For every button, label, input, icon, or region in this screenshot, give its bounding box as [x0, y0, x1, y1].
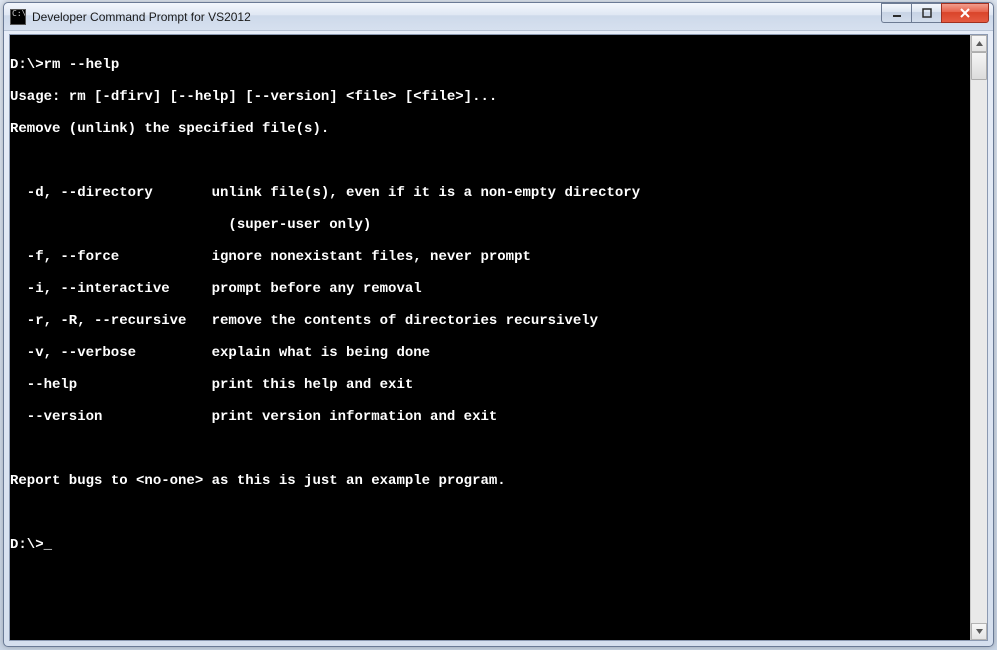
option-flag: -v, --verbose [10, 345, 212, 361]
scroll-up-button[interactable] [971, 35, 987, 52]
maximize-button[interactable] [911, 3, 941, 23]
client-area: D:\>rm --help Usage: rm [-dfirv] [--help… [9, 34, 988, 641]
description-line: Remove (unlink) the specified file(s). [10, 121, 970, 137]
option-desc: unlink file(s), even if it is a non-empt… [212, 185, 970, 201]
usage-line: Usage: rm [-dfirv] [--help] [--version] … [10, 89, 970, 105]
prompt: D:\> [10, 57, 44, 73]
window-controls [881, 3, 993, 30]
entered-command: rm --help [44, 57, 120, 73]
close-button[interactable] [941, 3, 989, 23]
option-desc: print this help and exit [212, 377, 970, 393]
option-flag: --help [10, 377, 212, 393]
window-frame: C:\ Developer Command Prompt for VS2012 … [3, 2, 994, 647]
option-desc: ignore nonexistant files, never prompt [212, 249, 970, 265]
scroll-thumb[interactable] [971, 52, 987, 80]
option-desc: remove the contents of directories recur… [212, 313, 970, 329]
terminal-output[interactable]: D:\>rm --help Usage: rm [-dfirv] [--help… [10, 35, 970, 640]
option-desc: explain what is being done [212, 345, 970, 361]
option-flag: --version [10, 409, 212, 425]
option-desc-cont: (super-user only) [10, 217, 970, 233]
option-desc: print version information and exit [212, 409, 970, 425]
cmd-icon: C:\ [10, 9, 26, 25]
minimize-button[interactable] [881, 3, 911, 23]
option-flag: -f, --force [10, 249, 212, 265]
prompt: D:\> [10, 537, 44, 553]
scroll-track[interactable] [971, 52, 987, 623]
option-flag: -r, -R, --recursive [10, 313, 212, 329]
titlebar[interactable]: C:\ Developer Command Prompt for VS2012 [4, 3, 993, 31]
option-flag: -d, --directory [10, 185, 212, 201]
footer-line: Report bugs to <no-one> as this is just … [10, 473, 970, 489]
option-flag: -i, --interactive [10, 281, 212, 297]
cursor [44, 537, 52, 553]
scroll-down-button[interactable] [971, 623, 987, 640]
window-title: Developer Command Prompt for VS2012 [32, 10, 881, 24]
option-desc: prompt before any removal [212, 281, 970, 297]
vertical-scrollbar[interactable] [970, 35, 987, 640]
